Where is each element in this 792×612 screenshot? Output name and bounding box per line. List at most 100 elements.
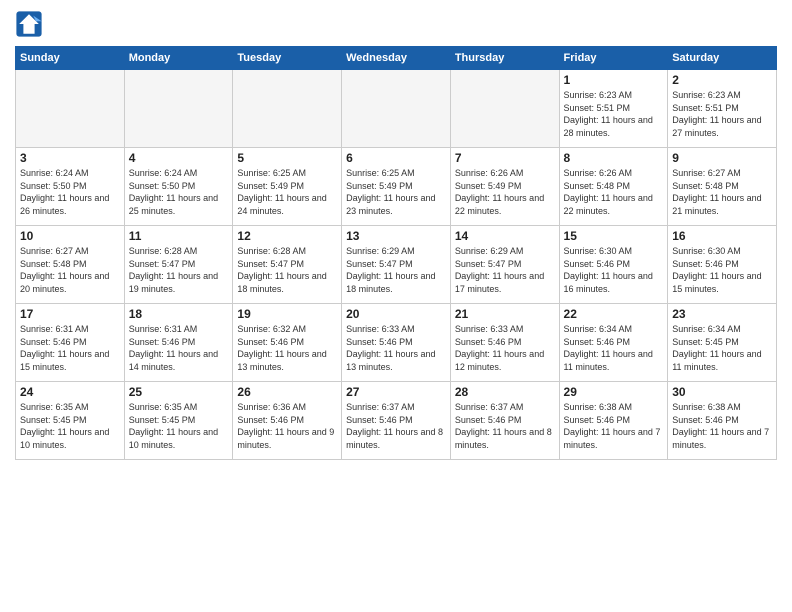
calendar-cell: 24 Sunrise: 6:35 AM Sunset: 5:45 PM Dayli… [16, 382, 125, 460]
day-info: Sunrise: 6:30 AM Sunset: 5:46 PM Dayligh… [564, 245, 664, 295]
day-info: Sunrise: 6:31 AM Sunset: 5:46 PM Dayligh… [129, 323, 229, 373]
weekday-monday: Monday [124, 47, 233, 70]
calendar-cell: 15 Sunrise: 6:30 AM Sunset: 5:46 PM Dayli… [559, 226, 668, 304]
day-number: 23 [672, 307, 772, 321]
calendar-cell: 30 Sunrise: 6:38 AM Sunset: 5:46 PM Dayli… [668, 382, 777, 460]
calendar-cell: 9 Sunrise: 6:27 AM Sunset: 5:48 PM Daylig… [668, 148, 777, 226]
day-info: Sunrise: 6:25 AM Sunset: 5:49 PM Dayligh… [346, 167, 446, 217]
calendar-cell [16, 70, 125, 148]
day-info: Sunrise: 6:31 AM Sunset: 5:46 PM Dayligh… [20, 323, 120, 373]
day-number: 16 [672, 229, 772, 243]
day-number: 11 [129, 229, 229, 243]
day-number: 19 [237, 307, 337, 321]
day-info: Sunrise: 6:36 AM Sunset: 5:46 PM Dayligh… [237, 401, 337, 451]
calendar-cell [450, 70, 559, 148]
day-number: 14 [455, 229, 555, 243]
calendar-cell: 20 Sunrise: 6:33 AM Sunset: 5:46 PM Dayli… [342, 304, 451, 382]
logo [15, 10, 47, 38]
calendar-cell: 27 Sunrise: 6:37 AM Sunset: 5:46 PM Dayli… [342, 382, 451, 460]
calendar-cell: 5 Sunrise: 6:25 AM Sunset: 5:49 PM Daylig… [233, 148, 342, 226]
day-number: 26 [237, 385, 337, 399]
calendar-cell: 2Sunrise: 6:23 AM Sunset: 5:51 PM Daylig… [668, 70, 777, 148]
week-row-4: 17 Sunrise: 6:31 AM Sunset: 5:46 PM Dayli… [16, 304, 777, 382]
day-number: 4 [129, 151, 229, 165]
day-info: Sunrise: 6:33 AM Sunset: 5:46 PM Dayligh… [455, 323, 555, 373]
day-number: 29 [564, 385, 664, 399]
calendar-cell: 18Sunrise: 6:31 AM Sunset: 5:46 PM Dayli… [124, 304, 233, 382]
day-number: 30 [672, 385, 772, 399]
calendar-cell: 12 Sunrise: 6:28 AM Sunset: 5:47 PM Dayli… [233, 226, 342, 304]
day-number: 28 [455, 385, 555, 399]
day-number: 22 [564, 307, 664, 321]
day-number: 25 [129, 385, 229, 399]
calendar-cell: 14 Sunrise: 6:29 AM Sunset: 5:47 PM Dayli… [450, 226, 559, 304]
day-number: 12 [237, 229, 337, 243]
day-number: 9 [672, 151, 772, 165]
calendar-cell: 6 Sunrise: 6:25 AM Sunset: 5:49 PM Daylig… [342, 148, 451, 226]
day-info: Sunrise: 6:29 AM Sunset: 5:47 PM Dayligh… [455, 245, 555, 295]
calendar-cell: 1 Sunrise: 6:23 AM Sunset: 5:51 PM Daylig… [559, 70, 668, 148]
weekday-friday: Friday [559, 47, 668, 70]
day-number: 20 [346, 307, 446, 321]
day-number: 21 [455, 307, 555, 321]
calendar-cell: 17 Sunrise: 6:31 AM Sunset: 5:46 PM Dayli… [16, 304, 125, 382]
weekday-sunday: Sunday [16, 47, 125, 70]
day-number: 27 [346, 385, 446, 399]
calendar-cell: 4 Sunrise: 6:24 AM Sunset: 5:50 PM Daylig… [124, 148, 233, 226]
day-number: 24 [20, 385, 120, 399]
day-number: 6 [346, 151, 446, 165]
calendar-cell: 22 Sunrise: 6:34 AM Sunset: 5:46 PM Dayli… [559, 304, 668, 382]
header [15, 10, 777, 38]
day-info: Sunrise: 6:37 AM Sunset: 5:46 PM Dayligh… [455, 401, 555, 451]
week-row-2: 3 Sunrise: 6:24 AM Sunset: 5:50 PM Daylig… [16, 148, 777, 226]
calendar-cell: 13 Sunrise: 6:29 AM Sunset: 5:47 PM Dayli… [342, 226, 451, 304]
weekday-tuesday: Tuesday [233, 47, 342, 70]
day-info: Sunrise: 6:26 AM Sunset: 5:48 PM Dayligh… [564, 167, 664, 217]
day-number: 17 [20, 307, 120, 321]
day-info: Sunrise: 6:29 AM Sunset: 5:47 PM Dayligh… [346, 245, 446, 295]
weekday-saturday: Saturday [668, 47, 777, 70]
week-row-5: 24 Sunrise: 6:35 AM Sunset: 5:45 PM Dayli… [16, 382, 777, 460]
day-info: Sunrise: 6:27 AM Sunset: 5:48 PM Dayligh… [20, 245, 120, 295]
weekday-wednesday: Wednesday [342, 47, 451, 70]
day-info: Sunrise: 6:30 AM Sunset: 5:46 PM Dayligh… [672, 245, 772, 295]
calendar-cell [124, 70, 233, 148]
calendar-cell [342, 70, 451, 148]
day-info: Sunrise: 6:25 AM Sunset: 5:49 PM Dayligh… [237, 167, 337, 217]
day-info: Sunrise: 6:28 AM Sunset: 5:47 PM Dayligh… [129, 245, 229, 295]
calendar-cell: 16 Sunrise: 6:30 AM Sunset: 5:46 PM Dayli… [668, 226, 777, 304]
day-info: Sunrise: 6:37 AM Sunset: 5:46 PM Dayligh… [346, 401, 446, 451]
day-info: Sunrise: 6:28 AM Sunset: 5:47 PM Dayligh… [237, 245, 337, 295]
day-info: Sunrise: 6:24 AM Sunset: 5:50 PM Dayligh… [129, 167, 229, 217]
day-info: Sunrise: 6:38 AM Sunset: 5:46 PM Dayligh… [564, 401, 664, 451]
calendar-cell: 25 Sunrise: 6:35 AM Sunset: 5:45 PM Dayli… [124, 382, 233, 460]
day-info: Sunrise: 6:23 AM Sunset: 5:51 PM Dayligh… [564, 89, 664, 139]
calendar-table: SundayMondayTuesdayWednesdayThursdayFrid… [15, 46, 777, 460]
day-number: 8 [564, 151, 664, 165]
day-info: Sunrise: 6:38 AM Sunset: 5:46 PM Dayligh… [672, 401, 772, 451]
day-info: Sunrise: 6:35 AM Sunset: 5:45 PM Dayligh… [129, 401, 229, 451]
calendar-cell: 21 Sunrise: 6:33 AM Sunset: 5:46 PM Dayli… [450, 304, 559, 382]
page-container: SundayMondayTuesdayWednesdayThursdayFrid… [0, 0, 792, 470]
week-row-3: 10Sunrise: 6:27 AM Sunset: 5:48 PM Dayli… [16, 226, 777, 304]
day-number: 3 [20, 151, 120, 165]
day-info: Sunrise: 6:32 AM Sunset: 5:46 PM Dayligh… [237, 323, 337, 373]
calendar-cell: 3Sunrise: 6:24 AM Sunset: 5:50 PM Daylig… [16, 148, 125, 226]
calendar-cell: 7Sunrise: 6:26 AM Sunset: 5:49 PM Daylig… [450, 148, 559, 226]
calendar-cell: 19 Sunrise: 6:32 AM Sunset: 5:46 PM Dayli… [233, 304, 342, 382]
calendar-cell: 26 Sunrise: 6:36 AM Sunset: 5:46 PM Dayli… [233, 382, 342, 460]
day-info: Sunrise: 6:35 AM Sunset: 5:45 PM Dayligh… [20, 401, 120, 451]
calendar-cell: 23 Sunrise: 6:34 AM Sunset: 5:45 PM Dayli… [668, 304, 777, 382]
day-info: Sunrise: 6:34 AM Sunset: 5:46 PM Dayligh… [564, 323, 664, 373]
day-number: 7 [455, 151, 555, 165]
calendar-cell: 10Sunrise: 6:27 AM Sunset: 5:48 PM Dayli… [16, 226, 125, 304]
day-number: 5 [237, 151, 337, 165]
calendar-cell: 28 Sunrise: 6:37 AM Sunset: 5:46 PM Dayli… [450, 382, 559, 460]
day-info: Sunrise: 6:34 AM Sunset: 5:45 PM Dayligh… [672, 323, 772, 373]
day-number: 13 [346, 229, 446, 243]
day-number: 15 [564, 229, 664, 243]
day-number: 1 [564, 73, 664, 87]
day-info: Sunrise: 6:33 AM Sunset: 5:46 PM Dayligh… [346, 323, 446, 373]
calendar-cell [233, 70, 342, 148]
day-info: Sunrise: 6:27 AM Sunset: 5:48 PM Dayligh… [672, 167, 772, 217]
